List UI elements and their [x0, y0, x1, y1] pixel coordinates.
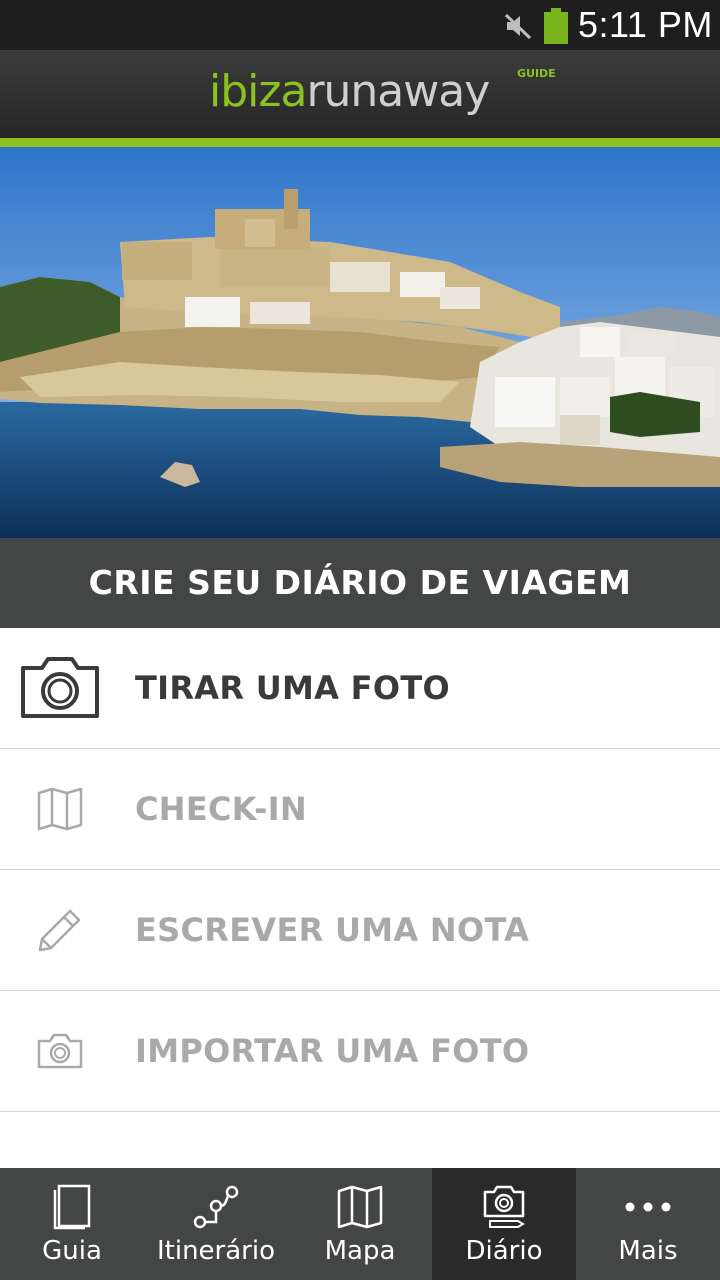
tab-itinerario[interactable]: Itinerário	[144, 1168, 288, 1280]
status-bar: 5:11 PM	[0, 0, 720, 50]
tab-mais[interactable]: Mais	[576, 1168, 720, 1280]
tab-label: Mais	[618, 1236, 678, 1266]
logo-ibiza-text: ibiza	[209, 66, 307, 117]
menu-item-label: CHECK-IN	[135, 790, 307, 828]
more-dots-icon	[576, 1182, 720, 1232]
diary-camera-icon	[432, 1182, 576, 1232]
menu-item-take-photo[interactable]: TIRAR UMA FOTO	[0, 628, 720, 749]
tab-label: Mapa	[324, 1236, 396, 1266]
logo-guide-text: GUIDE	[517, 67, 556, 80]
book-icon	[0, 1182, 144, 1232]
mute-icon	[504, 13, 532, 40]
tab-label: Guia	[42, 1236, 102, 1266]
route-icon	[144, 1182, 288, 1232]
tab-label: Diário	[465, 1236, 543, 1266]
map-icon	[288, 1182, 432, 1232]
app-header: ibizarunaway GUIDE	[0, 50, 720, 138]
camera-small-icon	[20, 1019, 100, 1083]
menu-item-label: ESCREVER UMA NOTA	[135, 911, 530, 949]
hero-image	[0, 147, 720, 538]
header-accent-line	[0, 138, 720, 147]
diary-action-list: TIRAR UMA FOTO CHECK-IN ESCREVER UMA NOT…	[0, 628, 720, 1112]
app-logo: ibizarunaway GUIDE	[209, 64, 556, 120]
logo-runaway-text: runaway	[306, 66, 490, 117]
menu-item-label: TIRAR UMA FOTO	[135, 669, 450, 707]
bottom-navigation: Guia Itinerário Mapa Diário Mais	[0, 1168, 720, 1280]
map-icon	[20, 777, 100, 841]
tab-diario[interactable]: Diário	[432, 1168, 576, 1280]
menu-item-write-note[interactable]: ESCREVER UMA NOTA	[0, 870, 720, 991]
tab-mapa[interactable]: Mapa	[288, 1168, 432, 1280]
pencil-icon	[20, 898, 100, 962]
ibiza-town-photo	[0, 147, 720, 538]
status-time: 5:11 PM	[578, 4, 713, 45]
tab-guia[interactable]: Guia	[0, 1168, 144, 1280]
menu-item-label: IMPORTAR UMA FOTO	[135, 1032, 530, 1070]
tab-label: Itinerário	[156, 1236, 275, 1266]
section-title: CRIE SEU DIÁRIO DE VIAGEM	[0, 538, 720, 628]
menu-item-check-in[interactable]: CHECK-IN	[0, 749, 720, 870]
menu-item-import-photo[interactable]: IMPORTAR UMA FOTO	[0, 991, 720, 1112]
camera-icon	[20, 656, 100, 720]
battery-icon	[544, 8, 568, 44]
